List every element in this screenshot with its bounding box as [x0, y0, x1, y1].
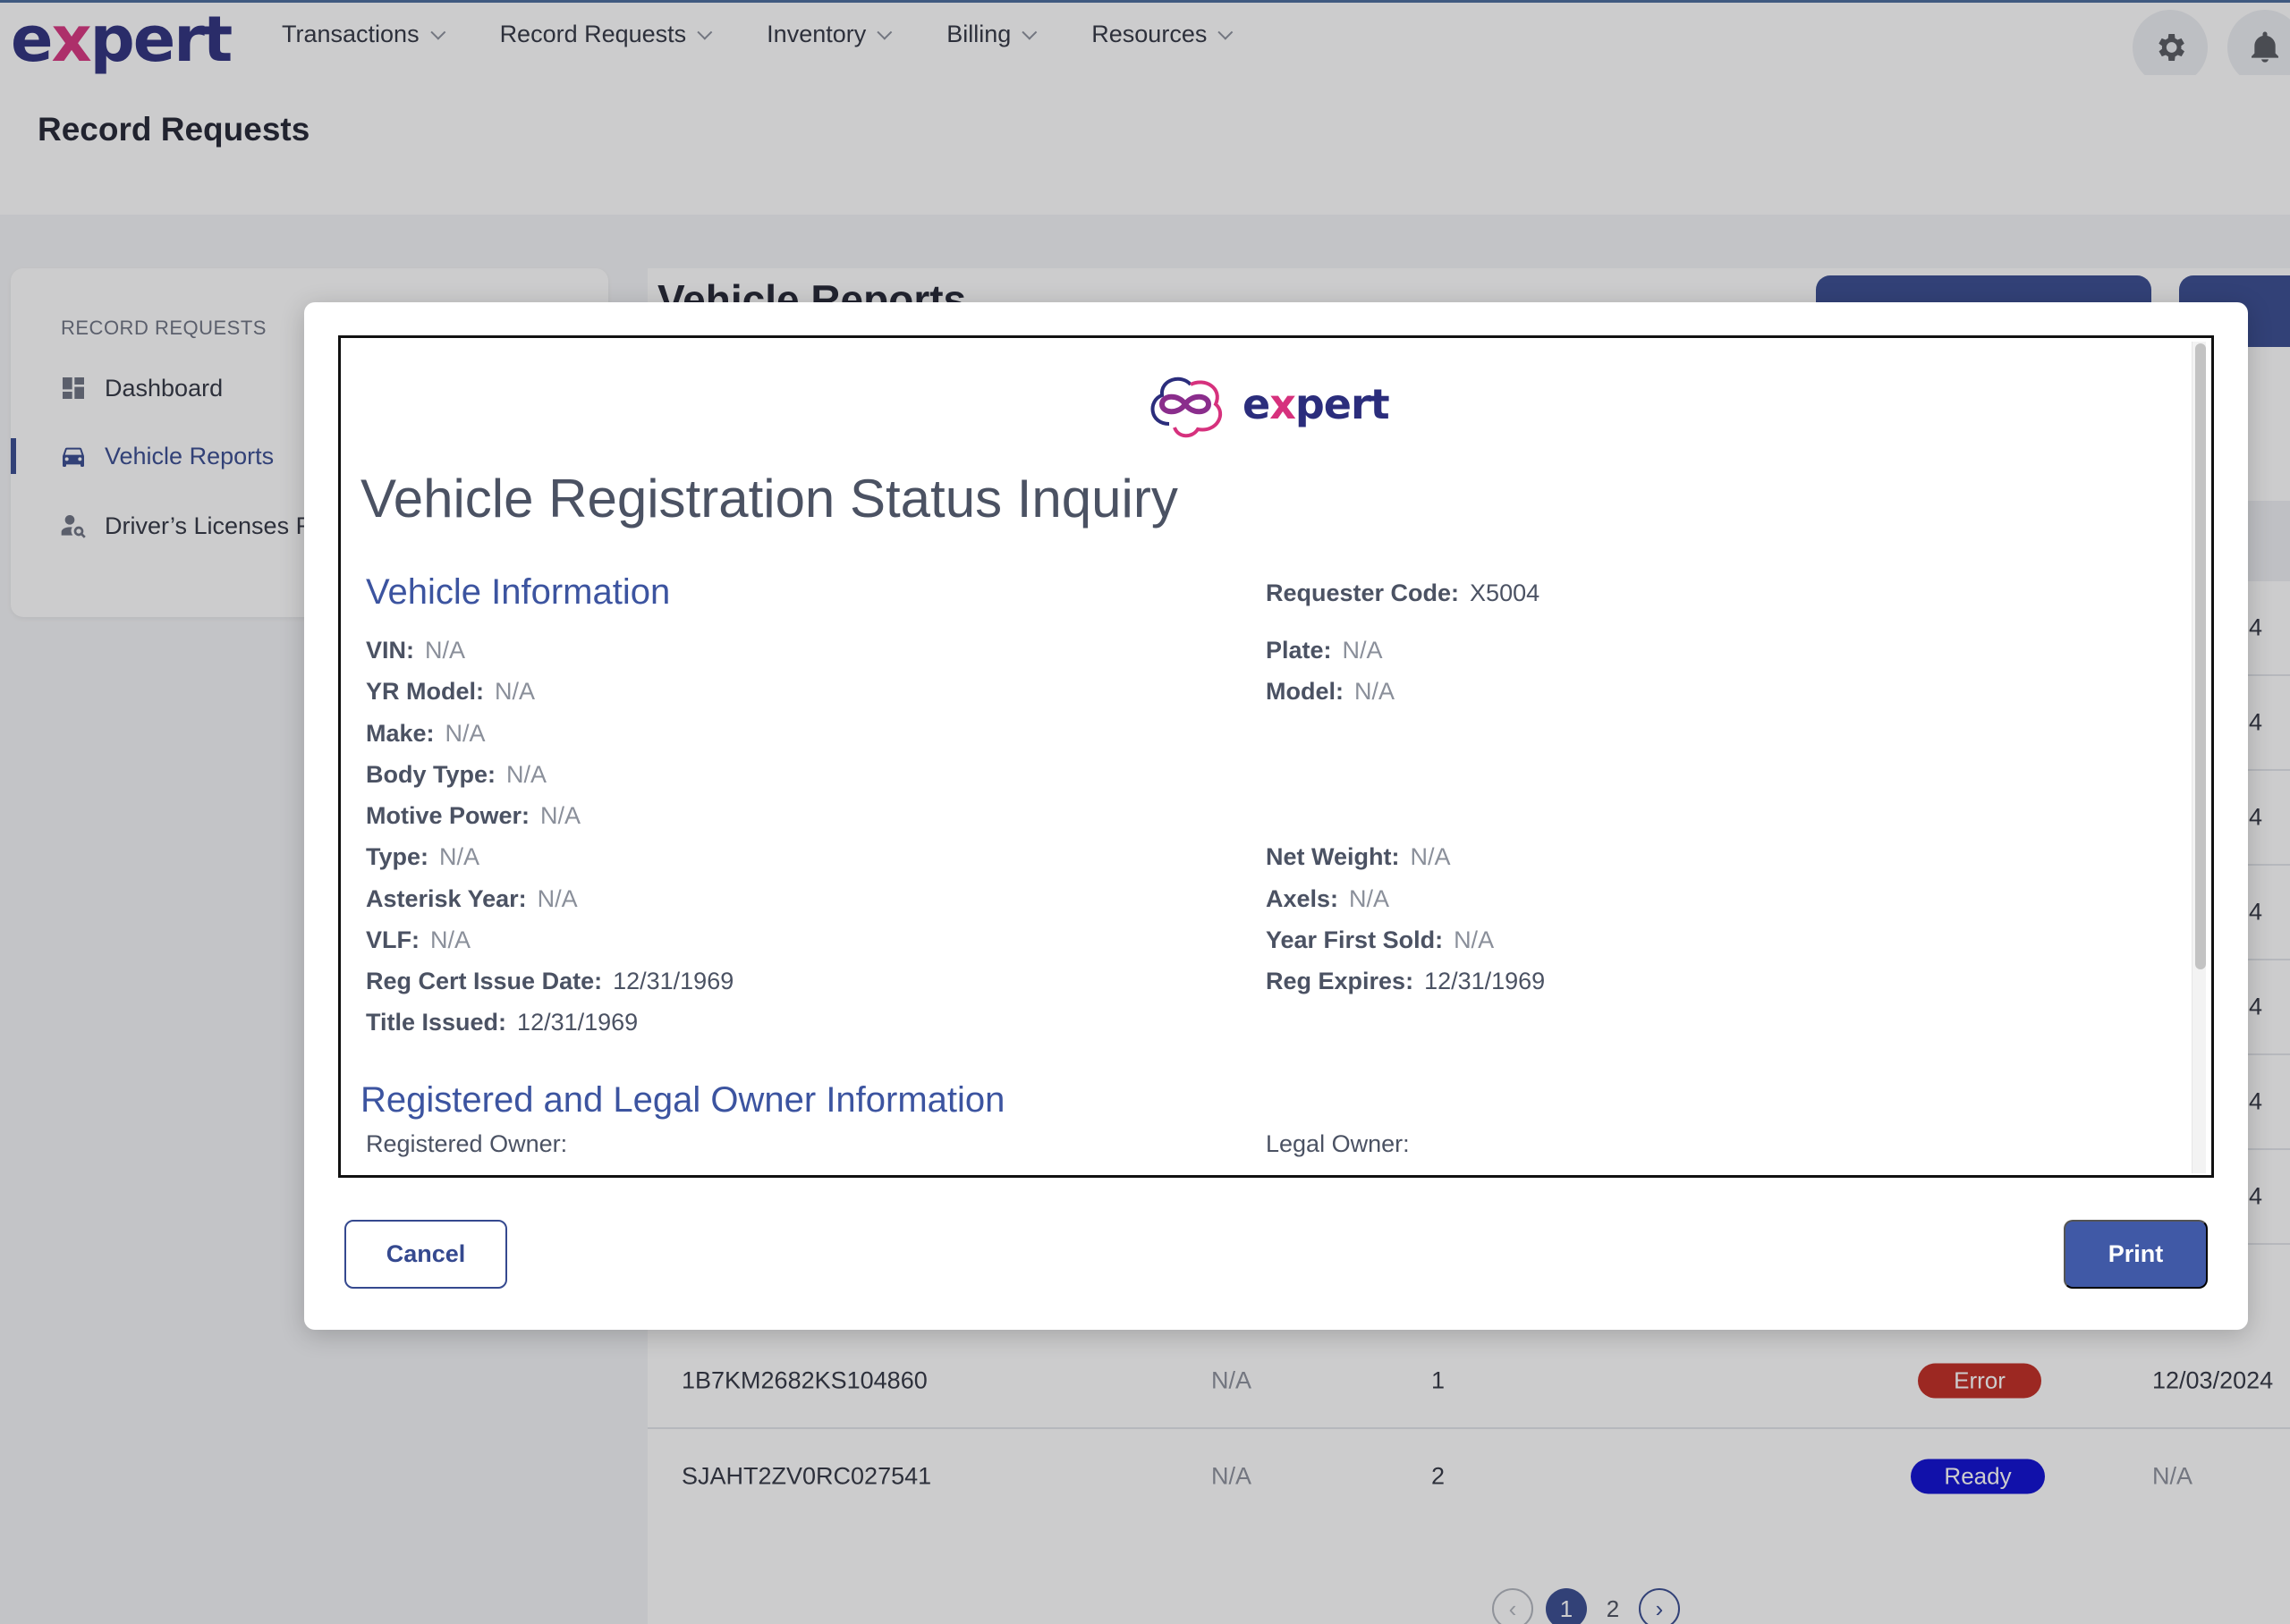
- field-net-weight: Net Weight: N/A: [1266, 843, 1451, 870]
- scrollbar-thumb[interactable]: [2195, 343, 2206, 969]
- cancel-button[interactable]: Cancel: [344, 1220, 507, 1289]
- report-document: expert Vehicle Registration Status Inqui…: [338, 335, 2214, 1178]
- field-type: Type: N/A: [366, 843, 480, 870]
- expert-cloud-infinity-icon: [1150, 376, 1223, 438]
- field-axels: Axels: N/A: [1266, 885, 1390, 912]
- document-scrollbar[interactable]: [2192, 342, 2206, 1173]
- field-plate: Plate: N/A: [1266, 637, 1383, 664]
- field-make: Make: N/A: [366, 720, 486, 747]
- field-vin: VIN: N/A: [366, 637, 466, 664]
- field-asterisk-year: Asterisk Year: N/A: [366, 885, 578, 912]
- field-motive-power: Motive Power: N/A: [366, 802, 581, 829]
- section-vehicle-information: Vehicle Information: [366, 572, 671, 612]
- requester-code-field: Requester Code: X5004: [1266, 579, 1540, 606]
- field-registered-owner: Registered Owner:: [366, 1130, 568, 1157]
- field-legal-owner: Legal Owner:: [1266, 1130, 1410, 1157]
- field-body-type: Body Type: N/A: [366, 761, 547, 788]
- field-vlf: VLF: N/A: [366, 926, 471, 953]
- document-title: Vehicle Registration Status Inquiry: [360, 469, 1178, 529]
- document-logo: expert: [1142, 368, 1390, 440]
- report-modal: expert Vehicle Registration Status Inqui…: [304, 302, 2248, 1330]
- field-title-issued: Title Issued: 12/31/1969: [366, 1009, 639, 1036]
- print-button[interactable]: Print: [2064, 1220, 2208, 1289]
- field-yr-model: YR Model: N/A: [366, 678, 536, 705]
- field-reg-expires: Reg Expires: 12/31/1969: [1266, 968, 1546, 994]
- field-reg-cert-issue-date: Reg Cert Issue Date: 12/31/1969: [366, 968, 734, 994]
- field-year-first-sold: Year First Sold: N/A: [1266, 926, 1495, 953]
- section-owner-information: Registered and Legal Owner Information: [360, 1080, 1005, 1120]
- field-model: Model: N/A: [1266, 678, 1395, 705]
